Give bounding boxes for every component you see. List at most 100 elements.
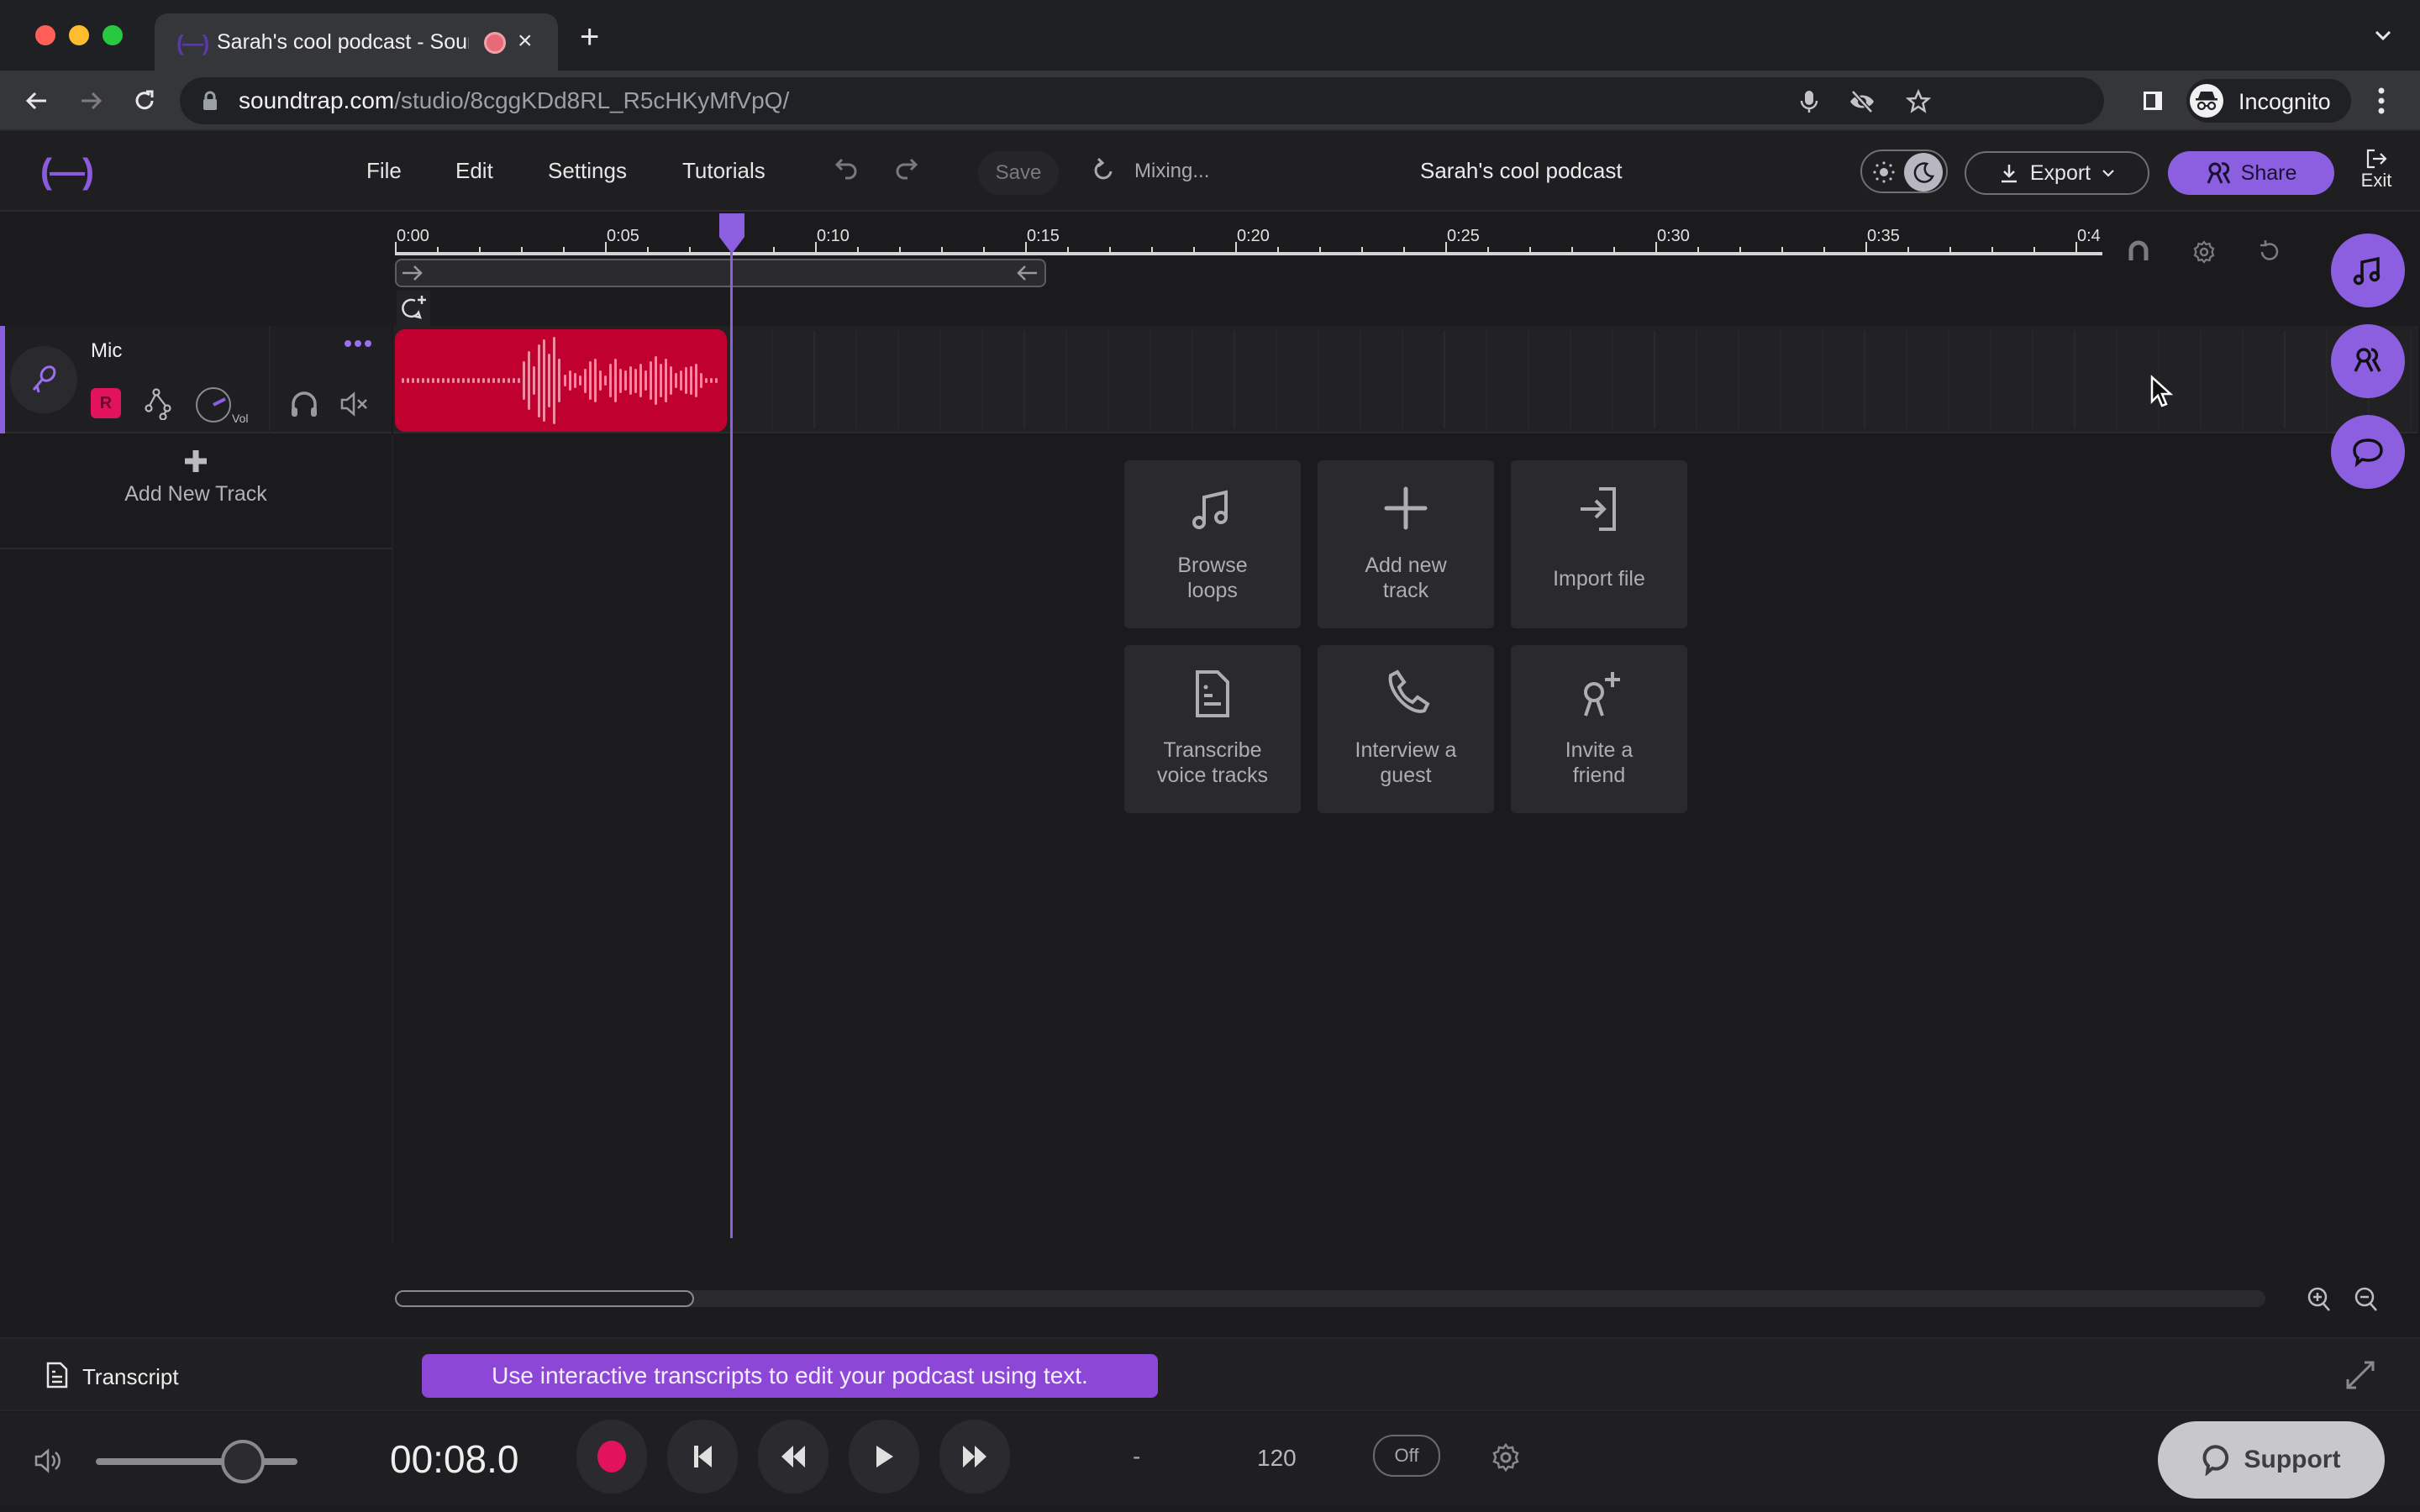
rewind-button[interactable] — [758, 1420, 829, 1494]
waveform-bar — [447, 377, 450, 384]
snap-magnet-icon[interactable] — [2126, 239, 2151, 265]
comments-panel-button[interactable] — [2331, 415, 2405, 489]
ruler-minor-tick — [1109, 247, 1111, 254]
timeline-settings-gear-icon[interactable] — [2191, 239, 2217, 265]
transport-bar: 00:08.0 - 120 Off Support — [0, 1413, 2420, 1505]
fast-forward-button[interactable] — [939, 1420, 1010, 1494]
play-button[interactable] — [849, 1420, 919, 1494]
grid-line — [2116, 331, 2118, 428]
add-comment-button[interactable] — [397, 291, 430, 328]
zoom-out-icon[interactable] — [2353, 1285, 2380, 1314]
exit-button[interactable]: Exit — [2351, 148, 2402, 192]
headphones-solo-icon[interactable] — [289, 390, 319, 418]
record-arm-button[interactable]: R — [91, 388, 121, 418]
project-title[interactable]: Sarah's cool podcast — [1420, 158, 1623, 184]
ruler-minor-tick — [1193, 247, 1195, 254]
soundtrap-logo[interactable]: (—) — [40, 151, 94, 192]
redo-icon[interactable] — [892, 156, 919, 186]
add-new-track-button[interactable]: Add New Track — [0, 435, 392, 549]
browser-tab[interactable]: (—) Sarah's cool podcast - Soundtrap × — [155, 13, 558, 71]
metronome-toggle[interactable]: Off — [1373, 1435, 1440, 1477]
transcript-label[interactable]: Transcript — [82, 1364, 179, 1390]
ruler-minor-tick — [1067, 247, 1069, 254]
tab-search-chevron-icon[interactable] — [2371, 24, 2395, 47]
tempo-display[interactable]: 120 — [1257, 1445, 1297, 1472]
window-close-button[interactable] — [35, 25, 55, 45]
waveform-bar — [412, 377, 415, 384]
audio-clip[interactable] — [395, 329, 727, 432]
new-tab-button[interactable]: + — [580, 18, 599, 56]
loops-panel-button[interactable] — [2331, 234, 2405, 307]
quick-action-transcribe[interactable]: Transcribe voice tracks — [1124, 645, 1301, 813]
reload-button[interactable] — [128, 84, 161, 118]
window-maximize-button[interactable] — [103, 25, 123, 45]
track-instrument-button[interactable] — [10, 346, 77, 413]
browser-tab-strip: (—) Sarah's cool podcast - Soundtrap × + — [0, 0, 2420, 71]
ruler-tick-label: 0:05 — [607, 227, 639, 245]
master-volume-thumb[interactable] — [221, 1440, 266, 1483]
eye-off-icon[interactable] — [1849, 89, 1876, 114]
browser-menu-icon[interactable] — [2375, 86, 2388, 116]
record-button[interactable] — [576, 1420, 647, 1494]
volume-knob[interactable] — [195, 385, 235, 425]
loop-start-arrow-icon[interactable] — [400, 262, 425, 284]
scrollbar-thumb[interactable] — [395, 1290, 694, 1307]
master-volume-icon[interactable] — [34, 1446, 64, 1475]
playhead-handle[interactable] — [718, 213, 746, 255]
side-panel-icon[interactable] — [2141, 89, 2165, 113]
arrow-left-icon — [25, 92, 46, 110]
quick-action-interview-guest[interactable]: Interview a guest — [1318, 645, 1494, 813]
loop-region[interactable] — [395, 259, 1046, 287]
menu-settings[interactable]: Settings — [548, 158, 627, 184]
undo-icon[interactable] — [834, 156, 860, 186]
transcript-document-icon[interactable] — [45, 1361, 69, 1389]
bookmark-star-icon[interactable] — [1906, 89, 1931, 114]
transcript-promo-banner[interactable]: Use interactive transcripts to edit your… — [422, 1354, 1158, 1398]
menu-tutorials[interactable]: Tutorials — [682, 158, 765, 184]
incognito-profile-button[interactable]: Incognito — [2186, 79, 2351, 123]
menu-file[interactable]: File — [366, 158, 402, 184]
tab-close-icon[interactable]: × — [518, 27, 533, 55]
address-bar[interactable]: soundtrap.com/studio/8cggKDd8RL_R5cHKyMf… — [180, 77, 2104, 124]
track-header-mic[interactable]: Mic R Vol — [0, 326, 392, 433]
quick-action-add-new-track[interactable]: Add new track — [1318, 460, 1494, 628]
loop-end-arrow-icon[interactable] — [1014, 262, 1039, 284]
track-name[interactable]: Mic — [91, 339, 122, 363]
horizontal-scrollbar[interactable] — [395, 1290, 2265, 1307]
master-volume-slider[interactable] — [96, 1458, 297, 1465]
support-button[interactable]: Support — [2158, 1421, 2385, 1499]
save-button[interactable]: Save — [978, 151, 1059, 195]
effects-icon[interactable] — [145, 388, 173, 420]
mute-icon[interactable] — [339, 390, 370, 418]
skip-to-start-icon — [694, 1446, 712, 1467]
more-options-icon[interactable] — [343, 338, 373, 349]
go-to-start-button[interactable] — [667, 1420, 738, 1494]
key-display[interactable]: - — [1133, 1443, 1140, 1470]
transport-settings-gear-icon[interactable] — [1491, 1441, 1521, 1473]
loop-toggle-icon[interactable] — [2257, 239, 2282, 265]
microphone-icon[interactable] — [1798, 89, 1820, 114]
back-button[interactable] — [20, 84, 54, 118]
export-button[interactable]: Export — [1965, 151, 2149, 195]
waveform-bar — [588, 360, 592, 401]
waveform-bar — [528, 351, 531, 410]
collaborators-panel-button[interactable] — [2331, 324, 2405, 398]
theme-toggle[interactable] — [1860, 150, 1948, 193]
mixing-status: Mixing... — [1134, 160, 1210, 182]
grid-line — [1234, 331, 1235, 428]
quick-action-browse-loops[interactable]: Browse loops — [1124, 460, 1301, 628]
quick-action-label: Add new track — [1365, 554, 1447, 602]
quick-action-invite-friend[interactable]: Invite a friend — [1511, 645, 1687, 813]
menu-edit[interactable]: Edit — [455, 158, 493, 184]
zoom-in-icon[interactable] — [2306, 1285, 2333, 1314]
quick-action-import-file[interactable]: Import file — [1511, 460, 1687, 628]
track-lane-mic[interactable] — [393, 326, 2418, 433]
forward-button[interactable] — [74, 84, 108, 118]
grid-line — [1360, 331, 1361, 428]
share-button[interactable]: Share — [2168, 151, 2334, 195]
window-minimize-button[interactable] — [69, 25, 89, 45]
grid-line — [1023, 331, 1025, 428]
expand-icon[interactable] — [2344, 1359, 2376, 1391]
timeline-ruler[interactable]: 0:00 0:05 0:10 0:15 0:20 0:25 0:30 0:35 0:4 — [395, 213, 2102, 259]
chat-bubble-icon — [2353, 438, 2383, 468]
